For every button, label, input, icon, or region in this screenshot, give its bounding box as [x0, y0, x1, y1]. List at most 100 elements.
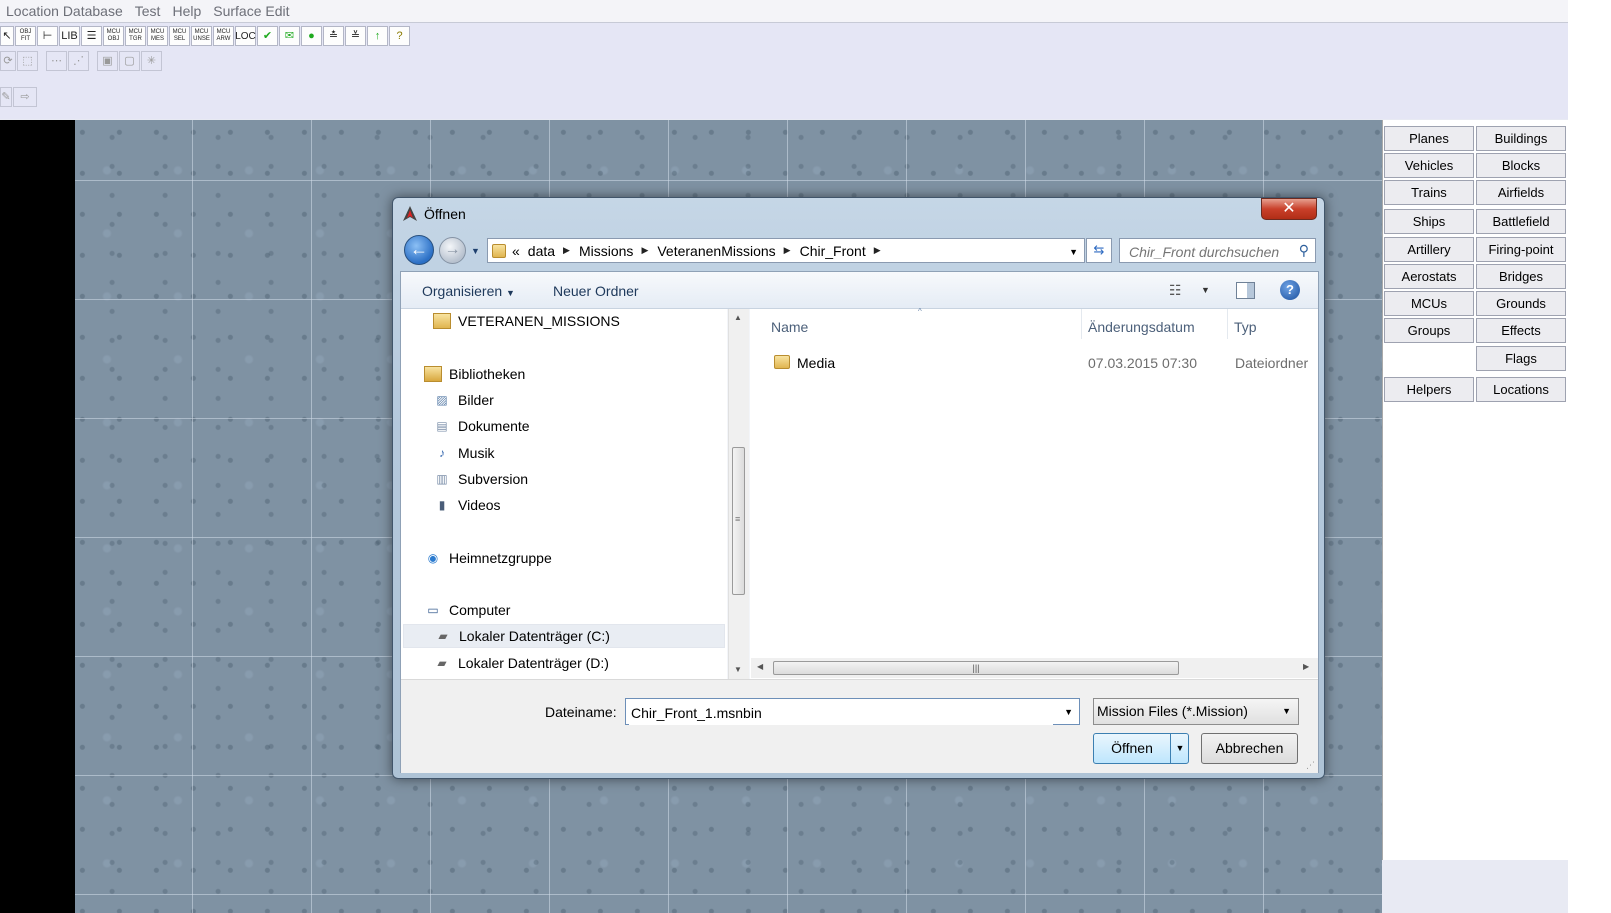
breadcrumb-chevron-icon[interactable]: ▶: [784, 245, 791, 256]
toolbar-obj-fit-button[interactable]: OBJ FIT: [15, 26, 36, 46]
battlefield-button[interactable]: Battlefield: [1476, 209, 1566, 234]
nav-item-libraries[interactable]: Bibliotheken: [424, 362, 525, 386]
bridges-button[interactable]: Bridges: [1476, 264, 1566, 289]
buildings-button[interactable]: Buildings: [1476, 126, 1566, 151]
nav-item-homegroup[interactable]: ◉ Heimnetzgruppe: [424, 546, 552, 570]
toolbar-mcu-sel-button[interactable]: MCU SEL: [169, 26, 190, 46]
effects-button[interactable]: Effects: [1476, 318, 1566, 343]
helpers-button[interactable]: Helpers: [1384, 377, 1474, 402]
scroll-up-icon[interactable]: ▲: [734, 313, 742, 322]
file-list-horizontal-scrollbar[interactable]: ◀ ||| ▶: [751, 658, 1318, 678]
cancel-button[interactable]: Abbrechen: [1201, 733, 1298, 764]
search-input[interactable]: [1127, 240, 1296, 263]
toolbar-question-icon[interactable]: ?: [389, 26, 410, 46]
nav-item-documents[interactable]: ▤ Dokumente: [433, 414, 529, 438]
view-options-icon[interactable]: ☷: [1169, 282, 1182, 299]
breadcrumb-data[interactable]: data: [528, 243, 555, 259]
toolbar-lib-button[interactable]: LIB: [59, 26, 80, 46]
address-bar[interactable]: « data ▶ Missions ▶ VeteranenMissions ▶ Chi…: [487, 238, 1085, 263]
toolbar-snap-icon[interactable]: ✳: [141, 51, 162, 71]
toolbar-tree-icon[interactable]: ⊢: [37, 26, 58, 46]
toolbar-check-icon[interactable]: ✔: [257, 26, 278, 46]
horizontal-scrollbar-thumb[interactable]: |||: [773, 661, 1179, 675]
scroll-right-icon[interactable]: ▶: [1303, 662, 1309, 671]
nav-item-drive-d[interactable]: ▰ Lokaler Datenträger (D:): [433, 651, 609, 675]
trains-button[interactable]: Trains: [1384, 180, 1474, 205]
planes-button[interactable]: Planes: [1384, 126, 1474, 151]
locations-button[interactable]: Locations: [1476, 377, 1566, 402]
breadcrumb-missions[interactable]: Missions: [579, 243, 633, 259]
breadcrumb-chir-front[interactable]: Chir_Front: [800, 243, 866, 259]
toolbar-distribute-icon[interactable]: ≚: [345, 26, 366, 46]
nav-item-veteranen-missions[interactable]: VETERANEN_MISSIONS: [433, 309, 620, 333]
forward-button[interactable]: →: [439, 237, 466, 264]
toolbar-list-icon[interactable]: ☰: [81, 26, 102, 46]
breadcrumb-chevron-icon[interactable]: ▶: [641, 245, 648, 256]
nav-item-drive-c[interactable]: ▰ Lokaler Datenträger (C:): [403, 624, 725, 648]
toolbar-pen-icon[interactable]: ✎: [0, 87, 12, 107]
nav-item-videos[interactable]: ▮ Videos: [433, 493, 501, 517]
mcus-button[interactable]: MCUs: [1384, 291, 1474, 316]
toolbar-mcu-unse-button[interactable]: MCU UNSE: [191, 26, 212, 46]
nav-item-subversion[interactable]: ▥ Subversion: [433, 467, 528, 491]
column-header-name[interactable]: Name: [771, 319, 808, 335]
nav-item-music[interactable]: ♪ Musik: [433, 441, 495, 465]
address-dropdown-icon[interactable]: ▼: [1069, 247, 1078, 257]
groups-button[interactable]: Groups: [1384, 318, 1474, 343]
close-button[interactable]: ✕: [1261, 198, 1317, 220]
airfields-button[interactable]: Airfields: [1476, 180, 1566, 205]
toolbar-select-rect-icon[interactable]: ⬚: [17, 51, 38, 71]
breadcrumb-veteranenmissions[interactable]: VeteranenMissions: [657, 243, 775, 259]
nav-item-pictures[interactable]: ▨ Bilder: [433, 388, 493, 412]
view-dropdown-icon[interactable]: ▼: [1201, 285, 1210, 295]
menu-surface-edit[interactable]: Surface Edit: [207, 0, 295, 20]
toolbar-group-icon[interactable]: ▣: [97, 51, 118, 71]
blocks-button[interactable]: Blocks: [1476, 153, 1566, 178]
menu-test[interactable]: Test: [129, 0, 167, 20]
toolbar-dot-icon[interactable]: ●: [301, 26, 322, 46]
breadcrumb-chevron-icon[interactable]: ▶: [874, 245, 881, 256]
search-icon[interactable]: ⚲: [1299, 242, 1309, 259]
new-folder-button[interactable]: Neuer Ordner: [553, 283, 639, 299]
refresh-button[interactable]: ⇆: [1086, 238, 1112, 263]
filename-dropdown-icon[interactable]: ▼: [1064, 707, 1073, 717]
firing-point-button[interactable]: Firing-point: [1476, 237, 1566, 262]
toolbar-mcu-mes-button[interactable]: MCU MES: [147, 26, 168, 46]
toolbar-export-icon[interactable]: ⇨: [13, 87, 37, 107]
filetype-select[interactable]: Mission Files (*.Mission) ▼: [1093, 698, 1299, 725]
toolbar-arrow-up-icon[interactable]: ↑: [367, 26, 388, 46]
vehicles-button[interactable]: Vehicles: [1384, 153, 1474, 178]
recent-locations-dropdown-icon[interactable]: ▼: [471, 246, 480, 256]
menu-location-database[interactable]: Location Database: [0, 0, 129, 20]
toolbar-envelope-icon[interactable]: ✉: [279, 26, 300, 46]
toolbar-waypoint-icon[interactable]: ⋯: [46, 51, 67, 71]
search-box[interactable]: ⚲: [1119, 238, 1316, 263]
toolbar-mcu-arw-button[interactable]: MCU ARW: [213, 26, 234, 46]
artillery-button[interactable]: Artillery: [1384, 237, 1474, 262]
filename-input[interactable]: [629, 700, 1053, 725]
toolbar-mcu-tgr-button[interactable]: MCU TGR: [125, 26, 146, 46]
open-split-dropdown-icon[interactable]: ▼: [1170, 734, 1189, 763]
toolbar-rotate-icon[interactable]: ⟳: [0, 51, 16, 71]
toolbar-cursor-button[interactable]: ↖: [0, 26, 14, 46]
scrollbar-thumb[interactable]: ≡: [732, 447, 745, 595]
toolbar-align-icon[interactable]: ≛: [323, 26, 344, 46]
organize-button[interactable]: Organisieren ▼: [422, 283, 515, 299]
aerostats-button[interactable]: Aerostats: [1384, 264, 1474, 289]
open-button[interactable]: Öffnen ▼: [1093, 733, 1189, 764]
toolbar-ungroup-icon[interactable]: ▢: [119, 51, 140, 71]
scroll-down-icon[interactable]: ▼: [734, 665, 742, 674]
toolbar-add-waypoint-icon[interactable]: ⋰: [68, 51, 89, 71]
grounds-button[interactable]: Grounds: [1476, 291, 1566, 316]
filename-combobox[interactable]: ▼: [625, 698, 1080, 725]
scroll-left-icon[interactable]: ◀: [757, 662, 763, 671]
nav-item-computer[interactable]: ▭ Computer: [424, 598, 510, 622]
flags-button[interactable]: Flags: [1476, 346, 1566, 371]
toolbar-loc-button[interactable]: LOC: [235, 26, 256, 46]
toolbar-mcu-obj-button[interactable]: MCU OBJ: [103, 26, 124, 46]
back-button[interactable]: ←: [404, 235, 434, 265]
menu-help[interactable]: Help: [166, 0, 207, 20]
column-header-type[interactable]: Typ: [1234, 319, 1257, 335]
breadcrumb-chevron-icon[interactable]: ▶: [563, 245, 570, 256]
resize-grip-icon[interactable]: ⋰: [1306, 760, 1315, 771]
